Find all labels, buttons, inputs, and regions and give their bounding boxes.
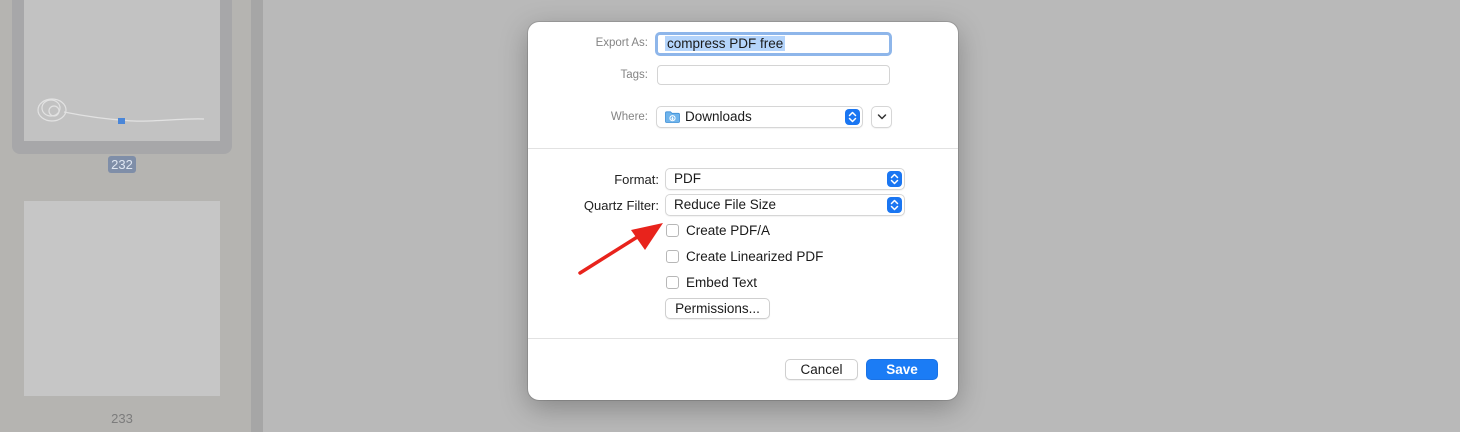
format-stepper [887,171,902,187]
format-popup[interactable]: PDF [665,168,905,190]
export-dialog: Export As: compress PDF free Tags: Where… [528,22,958,400]
export-as-label: Export As: [595,37,648,49]
cancel-button[interactable]: Cancel [785,359,858,380]
annotation-arrow-icon [578,223,663,275]
quartz-filter-popup[interactable]: Reduce File Size [665,194,905,216]
chevron-down-icon [877,114,887,120]
where-value: Downloads [685,109,752,124]
tags-field[interactable] [657,65,890,85]
quartz-filter-value: Reduce File Size [674,197,777,212]
quartz-filter-stepper [887,197,902,213]
permissions-button[interactable]: Permissions... [665,298,770,319]
thumbnail-sidebar: 232 233 [0,0,251,432]
format-label: Format: [614,172,659,187]
where-popup[interactable]: Downloads [656,106,863,128]
up-down-chevron-icon [890,199,899,211]
where-stepper [845,109,860,125]
export-as-field[interactable]: compress PDF free [655,32,892,56]
up-down-chevron-icon [890,173,899,185]
page-thumbnail-233[interactable] [24,201,220,396]
create-pdfa-label: Create PDF/A [686,223,771,238]
page-number-badge: 232 [108,156,136,173]
signature-scribble-icon [37,98,205,124]
create-linearized-pdf-label: Create Linearized PDF [686,249,824,264]
format-value: PDF [674,171,701,186]
embed-text-label: Embed Text [686,275,758,290]
tags-label: Tags: [620,69,649,81]
up-down-chevron-icon [848,111,857,123]
expand-dialog-button[interactable] [871,106,892,128]
sidebar-divider[interactable] [251,0,263,432]
page-thumbnail-232[interactable] [24,0,220,141]
where-label: Where: [610,111,648,123]
quartz-filter-label: Quartz Filter: [583,198,659,213]
separator-bottom [528,338,958,339]
save-button[interactable]: Save [866,359,938,380]
separator-top [528,148,958,149]
export-as-value: compress PDF free [665,36,786,51]
folder-downloads-icon [665,111,680,123]
page-number-label: 233 [111,411,133,426]
